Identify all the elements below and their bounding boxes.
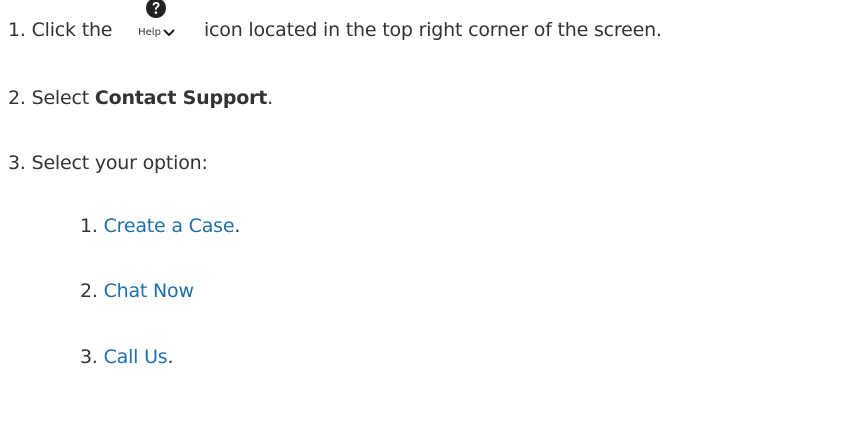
- chevron-down-icon: [163, 29, 175, 36]
- create-case-link[interactable]: Create a Case: [104, 215, 235, 237]
- step-text: icon located in the top right corner of …: [203, 19, 662, 41]
- step-number: 1.: [8, 19, 26, 41]
- option-suffix: .: [167, 346, 174, 368]
- chat-now-link[interactable]: Chat Now: [104, 280, 194, 302]
- question-circle-icon: [146, 0, 167, 18]
- call-us-link[interactable]: Call Us: [104, 346, 168, 368]
- option-call-us: 3. Call Us.: [80, 345, 174, 369]
- option-number: 3.: [80, 346, 98, 368]
- option-create-case: 1. Create a Case.: [80, 214, 240, 238]
- option-number: 2.: [80, 280, 98, 302]
- help-label: Help: [138, 27, 161, 38]
- step-2: 2. Select Contact Support.: [8, 86, 273, 110]
- step-suffix: .: [267, 87, 273, 109]
- instructions-list: 1. Click the Help icon located in the to…: [0, 0, 843, 432]
- step-text: Select: [31, 87, 90, 109]
- step-text: Select your option:: [31, 152, 208, 174]
- option-number: 1.: [80, 215, 98, 237]
- help-menu-illustration: Help: [118, 0, 196, 42]
- option-chat-now: 2. Chat Now: [80, 279, 194, 303]
- option-suffix: .: [234, 215, 241, 237]
- step-3: 3. Select your option:: [8, 151, 208, 175]
- step-number: 2.: [8, 87, 26, 109]
- step-number: 3.: [8, 152, 26, 174]
- contact-support-label: Contact Support: [94, 87, 268, 109]
- step-1: 1. Click the Help icon located in the to…: [8, 0, 662, 42]
- step-text: Click the: [31, 19, 113, 41]
